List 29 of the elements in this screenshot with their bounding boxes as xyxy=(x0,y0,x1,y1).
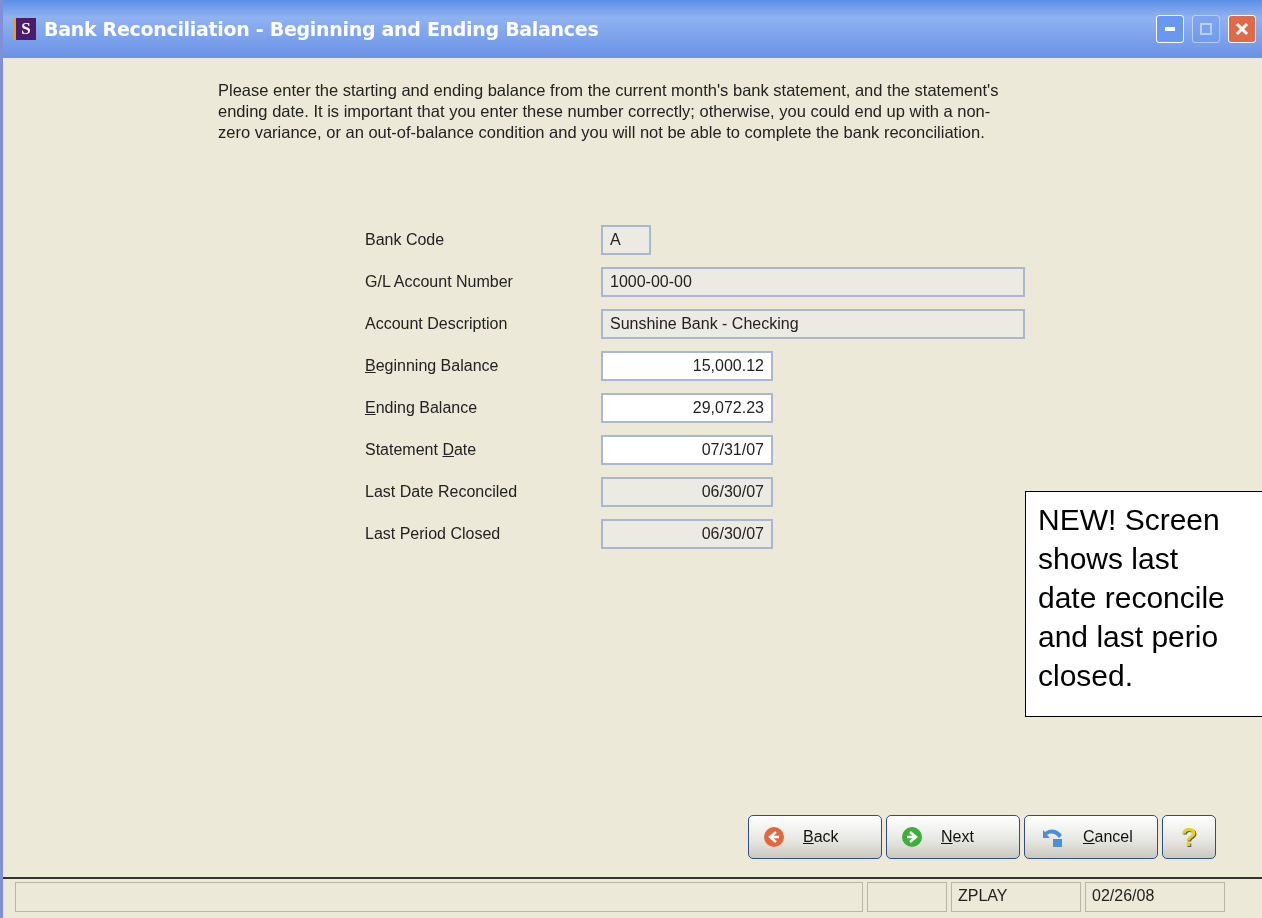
instructions-text: Please enter the starting and ending balance from the current month's bank statement, and the statement's ending date. It is important that you enter these number correctly; otherwise, you could end up with a non-zero variance, or an out-of-balance condition and you will not be able to complete the bank reconciliation. xyxy=(218,80,1000,143)
field-label: Last Date Reconciled xyxy=(365,483,519,501)
window-title: Bank Reconciliation - Beginning and Ending Balances xyxy=(44,18,600,40)
field-label: G/L Account Number xyxy=(365,273,514,291)
callout-text: NEW! Screen xyxy=(1038,502,1221,538)
cancel-button[interactable]: Cancel xyxy=(1024,815,1158,859)
maximize-icon xyxy=(1200,23,1212,35)
callout-text: date reconcile xyxy=(1038,580,1226,616)
close-icon xyxy=(1235,22,1249,36)
back-button[interactable]: Back xyxy=(748,815,882,859)
field-label: Statement Date xyxy=(365,441,478,459)
status-panel: 02/26/08 xyxy=(1085,882,1225,912)
close-button[interactable] xyxy=(1228,15,1256,43)
callout-text: and last perio xyxy=(1038,619,1220,655)
field-label: Beginning Balance xyxy=(365,357,500,375)
input-field[interactable]: 07/31/07 xyxy=(601,435,773,465)
field-label: Last Period Closed xyxy=(365,525,502,543)
field-label: Bank Code xyxy=(365,231,446,249)
field-label: Account Description xyxy=(365,315,509,333)
status-panel: ZPLAY xyxy=(951,882,1081,912)
input-field[interactable]: 29,072.23 xyxy=(601,393,773,423)
minimize-icon xyxy=(1165,27,1175,31)
input-field[interactable]: 15,000.12 xyxy=(601,351,773,381)
callout-text: shows last xyxy=(1038,541,1180,577)
minimize-button[interactable] xyxy=(1156,15,1184,43)
app-icon: S xyxy=(13,18,36,40)
callout-text: closed. xyxy=(1038,658,1135,694)
next-button[interactable]: Next xyxy=(886,815,1020,859)
field-label: Ending Balance xyxy=(365,399,479,417)
